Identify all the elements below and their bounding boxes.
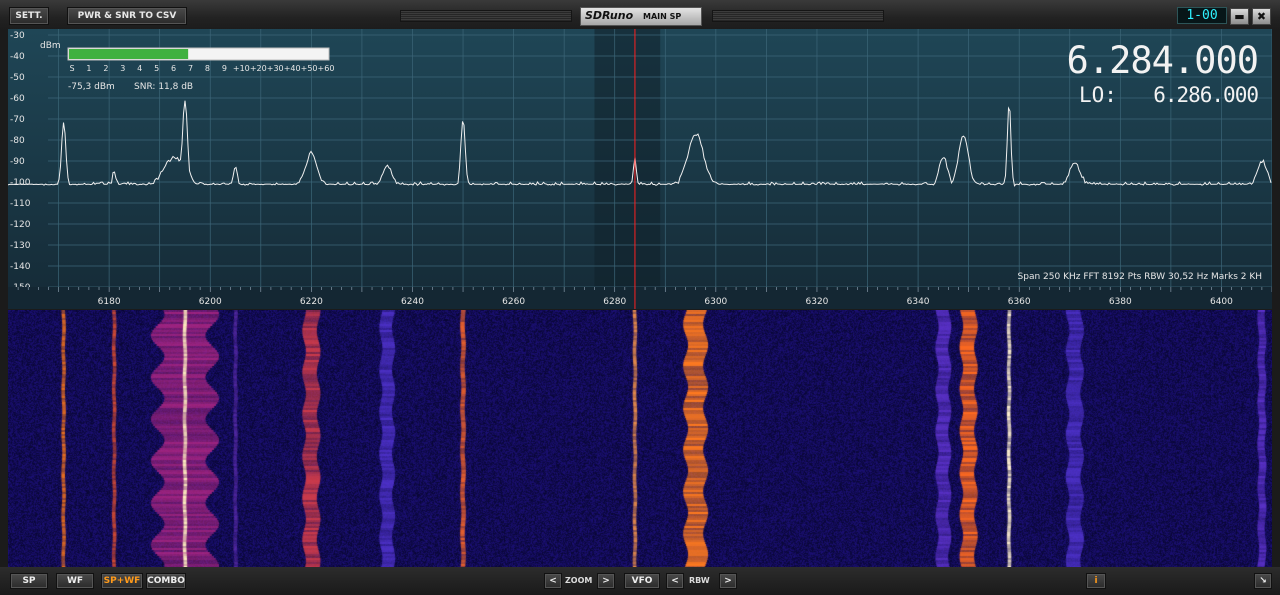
status-line: Span 250 KHz FFT 8192 Pts RBW 30,52 Hz M… (1018, 272, 1262, 282)
s-meter-scale-label: 3 (120, 64, 125, 73)
export-csv-button[interactable]: PWR & SNR TO CSV (67, 7, 187, 25)
y-tick-label: -60 (10, 94, 25, 104)
s-meter-scale-label: +40 (284, 64, 301, 73)
rbw-decrease-button[interactable]: < (666, 573, 684, 589)
x-tick-label: 6300 (704, 297, 727, 307)
window-name-label: MAIN SP (643, 12, 682, 21)
s-meter-scale-label: 2 (103, 64, 108, 73)
zoom-in-button[interactable]: > (597, 573, 615, 589)
s-meter-scale-label: +60 (318, 64, 335, 73)
top-toolbar: SETT. PWR & SNR TO CSV SDRuno MAIN SP 1-… (0, 0, 1280, 30)
meter-unit: dBm (40, 41, 61, 51)
y-tick-label: -30 (10, 31, 25, 41)
x-tick-label: 6400 (1210, 297, 1233, 307)
s-meter-scale-label: 1 (86, 64, 91, 73)
s-meter-level (69, 49, 189, 59)
s-meter-scale-label: +50 (301, 64, 318, 73)
y-tick-label: -120 (10, 220, 31, 230)
combo-mode-button[interactable]: COMBO (146, 573, 186, 589)
s-meter-scale-label: +30 (267, 64, 284, 73)
lo-label: LO: (1079, 83, 1117, 107)
x-tick-label: 6180 (98, 297, 121, 307)
lo-frequency[interactable]: 6.286.000 (1153, 83, 1259, 107)
zoom-label: ZOOM (565, 576, 593, 585)
s-meter-scale-label: 5 (154, 64, 159, 73)
y-tick-label: -110 (10, 199, 31, 209)
s-meter-scale-label: +10 (233, 64, 250, 73)
x-tick-label: 6340 (907, 297, 930, 307)
wf-mode-button[interactable]: WF (56, 573, 94, 589)
power-readout: -75,3 dBm (68, 82, 115, 92)
s-meter-scale-label: S (69, 64, 74, 73)
waterfall-display[interactable] (8, 310, 1272, 567)
s-meter-scale-label: 9 (222, 64, 227, 73)
s-meter-scale-label: 7 (188, 64, 193, 73)
s-meter-scale-label: 6 (171, 64, 176, 73)
minimize-icon[interactable]: ▬ (1230, 8, 1249, 25)
x-tick-label: 6240 (401, 297, 424, 307)
y-tick-label: -140 (10, 262, 31, 272)
zoom-out-button[interactable]: < (544, 573, 562, 589)
spectrum-display[interactable]: -30 -40 -50 -60 -70 -80 -90 -100 -110 -120 -130 -14… (8, 29, 1272, 309)
filter-passband[interactable] (594, 29, 661, 287)
x-tick-label: 6220 (300, 297, 323, 307)
x-tick-label: 6260 (502, 297, 525, 307)
x-tick-label: 6200 (199, 297, 222, 307)
x-tick-label: 6280 (603, 297, 626, 307)
y-tick-label: -130 (10, 241, 31, 251)
y-tick-label: -40 (10, 52, 25, 62)
rbw-label: RBW (689, 576, 710, 585)
close-icon[interactable]: ✖ (1252, 8, 1271, 25)
frequency-axis[interactable] (8, 287, 1272, 309)
bottom-toolbar: SP WF SP+WF COMBO < ZOOM > VFO < RBW > i… (0, 567, 1280, 595)
y-tick-label: -100 (10, 178, 31, 188)
info-icon[interactable]: i (1086, 573, 1106, 589)
s-meter-scale-label: 4 (137, 64, 142, 73)
sp-wf-mode-button[interactable]: SP+WF (101, 573, 143, 589)
rbw-increase-button[interactable]: > (719, 573, 737, 589)
settings-button[interactable]: SETT. (9, 7, 49, 25)
y-tick-label: -70 (10, 115, 25, 125)
x-tick-label: 6380 (1109, 297, 1132, 307)
resize-icon[interactable]: ↘ (1254, 573, 1272, 589)
drag-grip-right[interactable] (712, 10, 884, 22)
x-tick-label: 6320 (806, 297, 829, 307)
window-title: SDRuno MAIN SP (580, 7, 702, 26)
main-frequency[interactable]: 6.284.000 (1067, 39, 1259, 82)
vfo-button[interactable]: VFO (624, 573, 660, 589)
drag-grip-left[interactable] (400, 10, 572, 22)
x-tick-label: 6360 (1008, 297, 1031, 307)
y-tick-label: -50 (10, 73, 25, 83)
y-tick-label: -80 (10, 136, 25, 146)
brand-label: SDRuno (585, 9, 634, 22)
clock-display: 1-00 (1177, 7, 1227, 24)
s-meter-scale-label: 8 (205, 64, 210, 73)
y-tick-label: -90 (10, 157, 25, 167)
sp-mode-button[interactable]: SP (10, 573, 48, 589)
snr-readout: SNR: 11,8 dB (134, 82, 193, 92)
s-meter-scale-label: +20 (250, 64, 267, 73)
